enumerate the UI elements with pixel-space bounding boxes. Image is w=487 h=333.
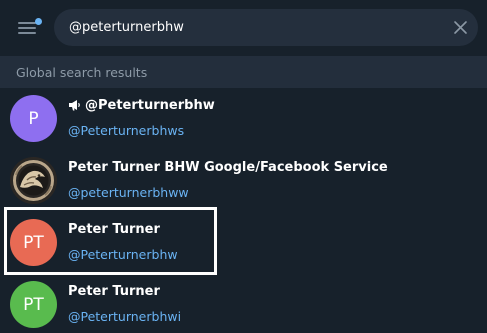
app-window: Global search results P @Peterturnerbhw … <box>0 0 487 333</box>
hamburger-menu-icon[interactable] <box>11 12 43 44</box>
avatar-initials: P <box>28 108 39 129</box>
result-title: Peter Turner <box>68 284 160 299</box>
result-title: Peter Turner BHW Google/Facebook Service <box>68 160 388 175</box>
result-title-text: @Peterturnerbhw <box>85 98 215 113</box>
avatar: PT <box>10 281 57 328</box>
result-username: @Peterturnerbhws <box>68 123 185 138</box>
avatar: PT <box>10 219 57 266</box>
search-box <box>54 9 478 46</box>
search-result-row[interactable]: PT Peter Turner @Peterturnerbhwi <box>0 274 487 333</box>
avatar <box>10 157 57 204</box>
result-username: @Peterturnerbhw <box>68 247 178 262</box>
menu-bar <box>18 27 36 29</box>
section-label: Global search results <box>16 65 148 80</box>
search-result-row[interactable]: PT Peter Turner @Peterturnerbhw <box>0 212 487 274</box>
avatar-initials: PT <box>23 294 44 315</box>
menu-bar <box>18 22 36 24</box>
header <box>0 0 487 56</box>
result-username: @peterturnerbhww <box>68 185 189 200</box>
avatar: P <box>10 95 57 142</box>
search-results-list: P @Peterturnerbhw @Peterturnerbhws Peter… <box>0 88 487 333</box>
search-input[interactable] <box>54 9 444 46</box>
search-result-row[interactable]: P @Peterturnerbhw @Peterturnerbhws <box>0 88 487 150</box>
result-title: Peter Turner <box>68 222 160 237</box>
avatar-initials: PT <box>23 232 44 253</box>
result-title: @Peterturnerbhw <box>68 98 215 113</box>
notification-dot-icon <box>35 18 42 25</box>
search-result-row[interactable]: Peter Turner BHW Google/Facebook Service… <box>0 150 487 212</box>
megaphone-icon <box>69 100 80 111</box>
search-section-header: Global search results <box>0 56 487 88</box>
close-icon[interactable] <box>453 20 468 35</box>
dragon-emblem-icon <box>10 157 57 204</box>
result-username: @Peterturnerbhwi <box>68 309 182 324</box>
menu-bar <box>18 32 36 34</box>
